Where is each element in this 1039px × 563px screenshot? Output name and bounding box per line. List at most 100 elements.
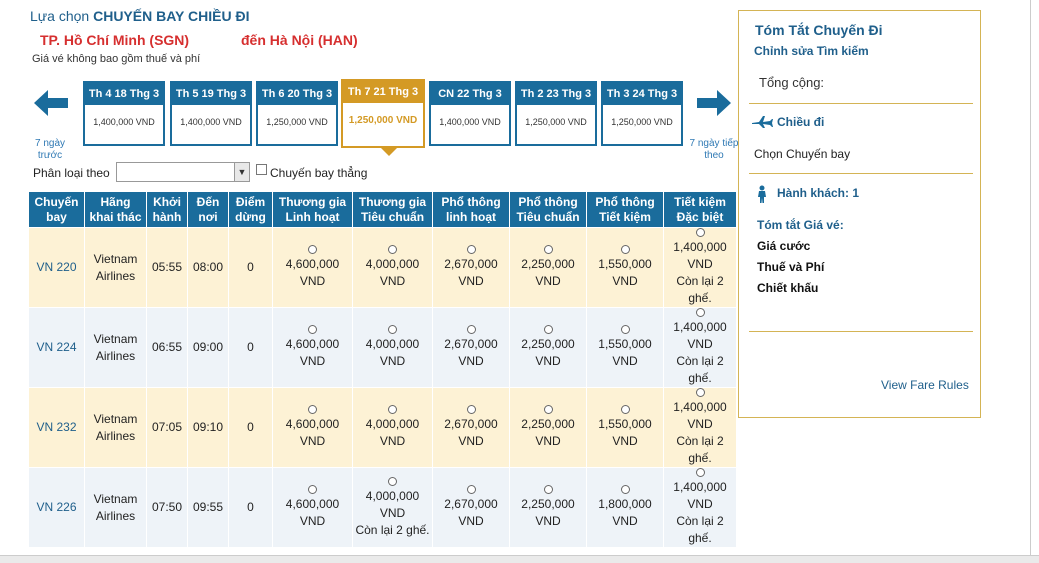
fare-radio[interactable] <box>695 468 705 477</box>
fare-radio[interactable] <box>308 405 317 414</box>
horizontal-scrollbar[interactable] <box>0 555 1039 563</box>
fare-radio[interactable] <box>466 325 476 334</box>
fare-amount: 2,250,000 <box>521 417 575 431</box>
fare-cell[interactable]: 2,250,000 VND <box>509 227 587 308</box>
fare-radio[interactable] <box>308 485 317 494</box>
fare-cell[interactable]: 1,800,000 VND <box>586 467 664 548</box>
fare-cell[interactable]: 2,670,000 VND <box>432 227 510 308</box>
departure-time: 05:55 <box>146 227 188 308</box>
column-header: Đến nơi <box>187 191 229 228</box>
view-fare-rules-link[interactable]: View Fare Rules <box>881 378 969 392</box>
previous-week-link[interactable]: 7 ngày trước <box>28 138 72 162</box>
fare-radio[interactable] <box>308 245 317 254</box>
fare-currency: VND <box>535 274 561 288</box>
fare-currency: VND <box>687 257 713 271</box>
fare-note: Còn lại 2 ghế. <box>676 434 724 465</box>
next-week-link[interactable]: 7 ngày tiếp theo <box>688 138 740 162</box>
fare-currency: VND <box>458 274 484 288</box>
date-tab[interactable]: Th 6 20 Thg 3 1,250,000 VND <box>256 81 338 146</box>
column-header: Thương gia Tiêu chuẩn <box>352 191 433 228</box>
fare-radio[interactable] <box>620 405 630 414</box>
fare-cell[interactable]: 2,250,000 VND <box>509 307 587 388</box>
date-tab-price: 1,400,000 VND <box>180 117 242 127</box>
fare-cell[interactable]: 4,600,000 VND <box>272 467 353 548</box>
date-tab[interactable]: Th 5 19 Thg 3 1,400,000 VND <box>170 81 252 146</box>
fare-cell[interactable]: 2,670,000 VND <box>432 307 510 388</box>
fare-cell[interactable]: 1,550,000 VND <box>586 307 664 388</box>
fare-cell[interactable]: 4,000,000 VND Còn lại 2 ghế. <box>352 467 433 548</box>
flight-number[interactable]: VN 220 <box>28 227 85 308</box>
date-tab[interactable]: CN 22 Thg 3 1,400,000 VND <box>429 81 511 146</box>
fare-cell[interactable]: 4,600,000 VND <box>272 227 353 308</box>
date-tab[interactable]: Th 3 24 Thg 3 1,250,000 VND <box>601 81 683 146</box>
fare-currency: VND <box>458 354 484 368</box>
fare-cell[interactable]: 1,550,000 VND <box>586 387 664 468</box>
fare-radio[interactable] <box>543 325 553 334</box>
date-tab-label: Th 7 21 Thg 3 <box>343 81 423 103</box>
flight-number[interactable]: VN 226 <box>28 467 85 548</box>
fare-cell[interactable]: 1,400,000 VND Còn lại 2 ghế. <box>663 467 737 548</box>
flights-table: Chuyến bay Hãng khai thác Khởi hành Đến nơi… <box>28 191 737 548</box>
fare-cell[interactable]: 4,600,000 VND <box>272 387 353 468</box>
fare-cell[interactable]: 2,670,000 VND <box>432 467 510 548</box>
arrival-time: 08:00 <box>187 227 229 308</box>
previous-week-arrow-icon[interactable] <box>32 88 70 118</box>
fare-radio[interactable] <box>388 245 397 254</box>
fare-cell[interactable]: 1,400,000 VND Còn lại 2 ghế. <box>663 307 737 388</box>
edit-search-link[interactable]: Chỉnh sửa Tìm kiếm <box>754 44 869 58</box>
fare-radio[interactable] <box>388 405 397 414</box>
date-tab-label: Th 6 20 Thg 3 <box>258 83 336 105</box>
fare-cell[interactable]: 2,250,000 VND <box>509 387 587 468</box>
chevron-down-icon[interactable]: ▼ <box>234 163 249 181</box>
fare-radio[interactable] <box>695 388 705 397</box>
date-tab[interactable]: Th 7 21 Thg 3 1,250,000 VND <box>341 79 425 156</box>
column-header: Thương gia Linh hoạt <box>272 191 353 228</box>
date-tab-label: Th 4 18 Thg 3 <box>85 83 163 105</box>
arrival-time: 09:10 <box>187 387 229 468</box>
fare-currency: VND <box>687 337 713 351</box>
flight-number[interactable]: VN 232 <box>28 387 85 468</box>
fare-cell[interactable]: 4,600,000 VND <box>272 307 353 388</box>
next-week-arrow-icon[interactable] <box>695 88 733 118</box>
departure-time: 07:05 <box>146 387 188 468</box>
fare-amount: 2,250,000 <box>521 497 575 511</box>
trip-summary-panel: Tóm Tắt Chuyến Đi Chỉnh sửa Tìm kiếm Tổn… <box>738 10 981 418</box>
fare-radio[interactable] <box>620 245 630 254</box>
flight-row: VN 224 Vietnam Airlines 06:55 09:00 0 4,600,0… <box>28 307 737 388</box>
fare-amount: 1,800,000 <box>598 497 652 511</box>
date-tab-price: 1,400,000 VND <box>93 117 155 127</box>
fare-cell[interactable]: 4,000,000 VND <box>352 227 433 308</box>
fare-radio[interactable] <box>466 245 476 254</box>
fare-cell[interactable]: 4,000,000 VND <box>352 307 433 388</box>
fare-cell[interactable]: 1,400,000 VND Còn lại 2 ghế. <box>663 227 737 308</box>
fare-radio[interactable] <box>620 485 630 494</box>
fare-cell[interactable]: 2,670,000 VND <box>432 387 510 468</box>
fare-currency: VND <box>299 274 326 288</box>
direct-flight-checkbox[interactable] <box>256 164 267 175</box>
fare-radio[interactable] <box>543 485 553 494</box>
fare-radio[interactable] <box>388 325 397 334</box>
fare-radio[interactable] <box>466 405 476 414</box>
flight-number[interactable]: VN 224 <box>28 307 85 388</box>
date-tab[interactable]: Th 2 23 Thg 3 1,250,000 VND <box>515 81 597 146</box>
fare-amount: 4,600,000 <box>285 337 340 351</box>
fare-cell[interactable]: 2,250,000 VND <box>509 467 587 548</box>
fare-cell[interactable]: 1,400,000 VND Còn lại 2 ghế. <box>663 387 737 468</box>
vertical-scrollbar[interactable] <box>1030 0 1039 563</box>
fare-radio[interactable] <box>543 245 553 254</box>
fare-radio[interactable] <box>695 308 705 317</box>
sort-select[interactable]: ▼ <box>116 162 250 182</box>
fare-radio[interactable] <box>388 476 397 486</box>
fare-radio[interactable] <box>620 325 630 334</box>
fare-cell[interactable]: 1,550,000 VND <box>586 227 664 308</box>
column-header: Tiết kiệm Đặc biệt <box>663 191 737 228</box>
fare-radio[interactable] <box>308 325 317 334</box>
fare-cell[interactable]: 4,000,000 VND <box>352 387 433 468</box>
fare-radio[interactable] <box>466 485 476 494</box>
route-origin: TP. Hồ Chí Minh (SGN) <box>40 32 190 48</box>
fare-radio[interactable] <box>543 405 553 414</box>
airline-name: Vietnam Airlines <box>84 387 147 468</box>
date-tab-price: 1,250,000 VND <box>266 117 328 127</box>
fare-radio[interactable] <box>695 228 705 237</box>
date-tab[interactable]: Th 4 18 Thg 3 1,400,000 VND <box>83 81 165 146</box>
